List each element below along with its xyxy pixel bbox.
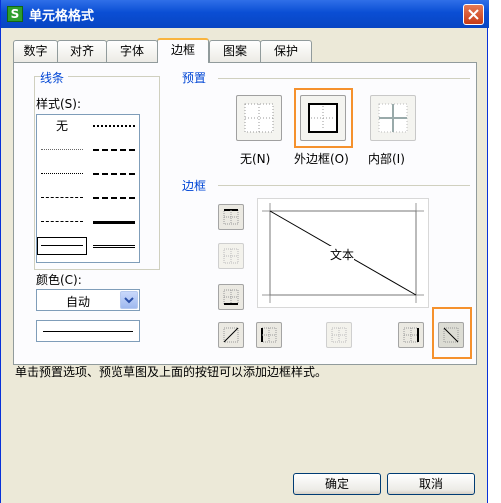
line-style-option-selected[interactable]: [37, 237, 87, 255]
line-style-none[interactable]: 无: [37, 117, 87, 135]
preset-none-icon: [244, 103, 274, 133]
border-top-button[interactable]: [218, 204, 244, 230]
tab-alignment[interactable]: 对齐: [57, 40, 107, 62]
border-bottom-icon: [223, 289, 239, 305]
line-style-option[interactable]: [89, 117, 139, 135]
presets-divider: [218, 78, 470, 79]
line-style-option[interactable]: [37, 213, 87, 231]
line-style-option[interactable]: [89, 189, 139, 207]
border-diagonal-up-button[interactable]: [218, 322, 244, 348]
tab-font[interactable]: 字体: [106, 40, 158, 62]
tab-pattern[interactable]: 图案: [209, 40, 261, 62]
border-divider: [218, 185, 470, 186]
window-title: 单元格格式: [29, 9, 95, 24]
preview-text: 文本: [330, 246, 355, 263]
line-group-label: 线条: [40, 69, 69, 86]
border-inner-horizontal-icon: [223, 248, 239, 264]
tab-border[interactable]: 边框: [157, 38, 209, 63]
preset-inside-label: 内部(I): [368, 152, 405, 166]
preset-inside-icon: [378, 103, 408, 133]
hint-text: 单击预置选项、预览草图及上面的按钮可以添加边框样式。: [15, 365, 328, 379]
border-left-button[interactable]: [256, 322, 282, 348]
title-bar[interactable]: S 单元格格式: [1, 0, 489, 28]
border-tab-panel: 线条 样式(S): 无 颜色(C): 自动 预置 无(N) 外边框(O) 内部(…: [13, 62, 477, 365]
preset-outline-label: 外边框(O): [294, 152, 349, 166]
border-bottom-button[interactable]: [218, 284, 244, 310]
cancel-button[interactable]: 取消: [387, 473, 475, 495]
border-inner-vertical-button[interactable]: [326, 322, 352, 348]
border-left-icon: [261, 327, 277, 343]
preset-none-label: 无(N): [240, 152, 271, 166]
cell-format-dialog: S 单元格格式 数字 对齐 字体 边框 图案 保护 线条 样式(S): 无 颜色…: [0, 0, 489, 503]
ok-button[interactable]: 确定: [293, 473, 381, 495]
border-inner-horizontal-button[interactable]: [218, 243, 244, 269]
preset-none-button[interactable]: [236, 95, 282, 141]
border-diagonal-up-icon: [223, 327, 239, 343]
line-style-list: 无: [36, 114, 140, 263]
line-style-option[interactable]: [37, 189, 87, 207]
line-style-option[interactable]: [37, 141, 87, 159]
line-style-option[interactable]: [37, 165, 87, 183]
line-style-option[interactable]: [89, 165, 139, 183]
highlight-diagonal-down: [432, 307, 472, 359]
line-style-label: 样式(S):: [36, 97, 82, 111]
preset-inside-button[interactable]: [370, 95, 416, 141]
color-label: 颜色(C):: [36, 273, 82, 287]
tab-number[interactable]: 数字: [13, 40, 58, 62]
app-icon: S: [7, 6, 23, 22]
line-style-option[interactable]: [89, 141, 139, 159]
color-select[interactable]: 自动: [36, 289, 140, 311]
close-button[interactable]: [463, 4, 484, 25]
border-right-icon: [403, 327, 419, 343]
border-inner-vertical-icon: [331, 327, 347, 343]
border-right-button[interactable]: [398, 322, 424, 348]
line-style-option[interactable]: [89, 237, 139, 255]
close-icon: [468, 9, 479, 20]
tab-protection[interactable]: 保护: [260, 40, 312, 62]
dropdown-arrow-icon[interactable]: [120, 291, 138, 309]
color-select-value: 自动: [65, 295, 90, 309]
border-preview[interactable]: 文本: [257, 198, 429, 308]
presets-group-label: 预置: [182, 69, 211, 86]
border-group-label: 边框: [182, 177, 211, 194]
line-style-option[interactable]: [89, 213, 139, 231]
line-preview: [36, 320, 140, 342]
border-top-icon: [223, 209, 239, 225]
highlight-outline-preset: [294, 88, 353, 148]
